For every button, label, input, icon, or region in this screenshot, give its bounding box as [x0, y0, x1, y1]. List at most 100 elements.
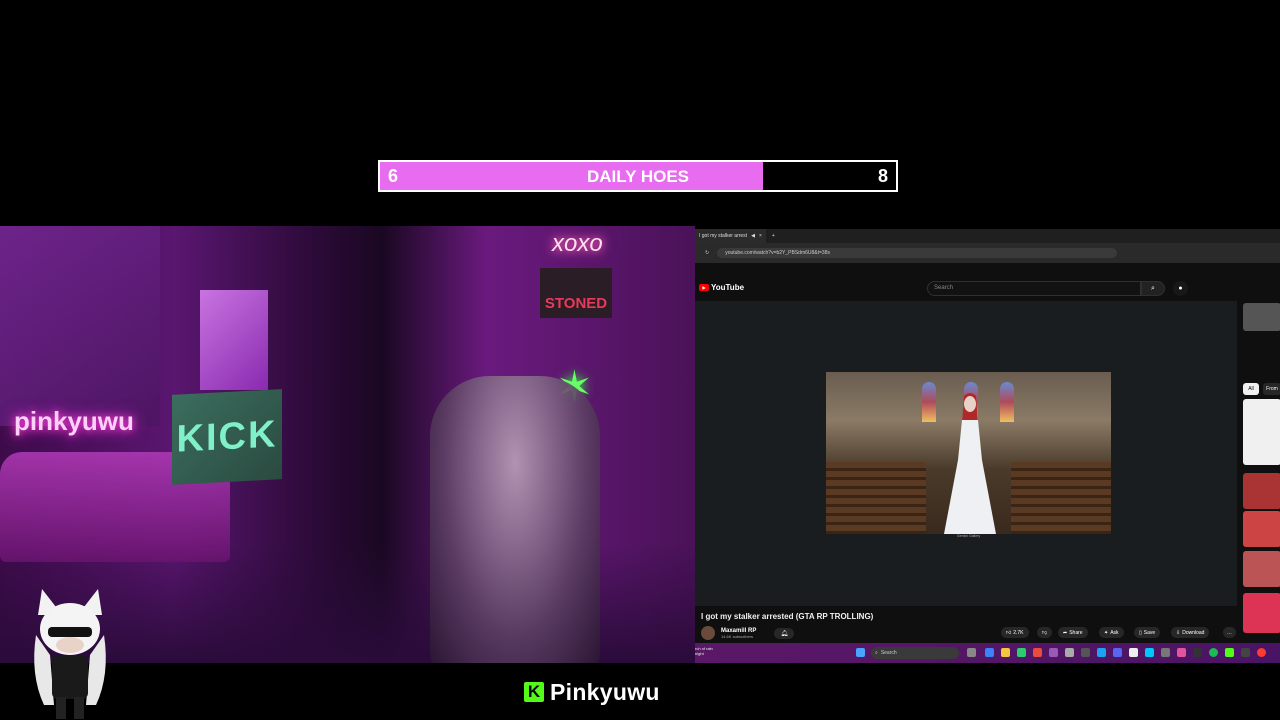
app-icon[interactable] [1257, 648, 1266, 657]
thumbs-down-icon: 👎︎ [1042, 629, 1048, 636]
save-label: Save [1143, 629, 1156, 636]
weather-subtext: night [695, 651, 704, 656]
search-icon: ⌕ [875, 650, 878, 656]
thumbs-up-icon: 👍︎ [1006, 629, 1012, 636]
ask-label: Ask [1110, 629, 1119, 636]
chip-all[interactable]: All [1243, 383, 1259, 395]
kick-logo-icon: K [524, 682, 544, 702]
streamer-name: Pinkyuwu [550, 678, 660, 705]
file-explorer-icon[interactable] [1001, 648, 1010, 657]
channel-brand: K Pinkyuwu [524, 678, 660, 706]
like-button[interactable]: 👍︎ 2.7K [1001, 627, 1029, 638]
channel-name[interactable]: Maxamill RP [721, 628, 756, 634]
daily-goal-bar: 6 DAILY HOES 8 [378, 160, 898, 192]
channel-row: Maxamill RP 14.6K subscribers 🔔︎ [701, 625, 1241, 641]
related-videos-rail: All From [1241, 303, 1280, 663]
spotify-icon[interactable] [1209, 648, 1218, 657]
related-thumbnail[interactable] [1243, 399, 1280, 465]
start-icon[interactable] [856, 648, 865, 657]
tab-audio-icon: ◀ [751, 233, 755, 239]
app-icon[interactable] [1177, 648, 1186, 657]
stained-window [1000, 382, 1014, 422]
youtube-logo[interactable]: ▶ YouTube [699, 283, 744, 292]
like-count: 2.7K [1013, 629, 1024, 636]
browser-tab[interactable]: I got my stalker arrest ◀ × [695, 229, 766, 243]
youtube-logo-text: YouTube [711, 283, 745, 292]
video-caption: Gemini Gallery [956, 534, 981, 538]
related-thumbnail[interactable] [1243, 593, 1280, 633]
wall-canvas [200, 290, 268, 390]
share-button[interactable]: ➦ Share [1058, 627, 1088, 638]
related-thumbnail[interactable] [1243, 551, 1280, 587]
kick-sign: KICK [172, 389, 282, 485]
microphone-icon[interactable]: ● [1173, 281, 1188, 296]
browser-tab-strip: I got my stalker arrest ◀ × + [695, 229, 1280, 243]
weather-widget[interactable]: rch of rain night [695, 646, 713, 656]
download-button[interactable]: ⇩ Download [1171, 627, 1210, 638]
youtube-play-icon: ▶ [699, 284, 709, 291]
download-label: Download [1182, 629, 1205, 636]
download-icon: ⇩ [1176, 629, 1181, 636]
share-icon: ➦ [1063, 629, 1068, 636]
taskbar-search[interactable]: ⌕ Search [871, 647, 959, 659]
stream-overlay: 6 DAILY HOES 8 KICK pinkyuwu xoxo STONED… [0, 0, 1280, 720]
stoned-sign: STONED [540, 268, 612, 318]
streamer-person [430, 376, 600, 663]
church-pews-right [1011, 462, 1111, 534]
app-icon[interactable] [1049, 648, 1058, 657]
app-icon[interactable] [985, 648, 994, 657]
stained-window [922, 382, 936, 422]
app-icon[interactable] [1193, 648, 1202, 657]
windows-taskbar: rch of rain night ⌕ Search [695, 643, 1280, 663]
taskbar-search-label: Search [880, 650, 897, 656]
goal-title: DAILY HOES [586, 167, 690, 186]
close-tab-icon[interactable]: × [759, 233, 762, 239]
video-player[interactable]: Gemini Gallery [695, 301, 1237, 606]
url-field[interactable]: youtube.com/watch?v=b2Y_PBSdm6U8&t=38s [717, 248, 1118, 258]
address-bar: ↻ youtube.com/watch?v=b2Y_PBSdm6U8&t=38s [695, 243, 1280, 263]
bookmark-icon: ▯ [1139, 629, 1142, 636]
goal-target-count: 8 [877, 166, 888, 186]
discord-icon[interactable] [1113, 648, 1122, 657]
app-icon[interactable] [1081, 648, 1090, 657]
browser-tab-title: I got my stalker arrest [699, 233, 748, 239]
reload-icon[interactable]: ↻ [705, 250, 709, 256]
task-view-icon[interactable] [967, 648, 976, 657]
new-tab-icon[interactable]: + [772, 233, 775, 239]
chrome-icon[interactable] [1033, 648, 1042, 657]
bride-figure [944, 393, 996, 534]
chip-from[interactable]: From [1263, 383, 1280, 395]
more-actions-button[interactable]: … [1223, 627, 1236, 638]
channel-info: Maxamill RP 14.6K subscribers [721, 628, 756, 639]
neon-pinkyuwu-sign: pinkyuwu [14, 406, 134, 436]
youtube-search-input[interactable]: Search [927, 281, 1141, 296]
save-button[interactable]: ▯ Save [1134, 627, 1161, 638]
sparkle-icon: ✦ [1104, 629, 1109, 636]
youtube-header: ▶ YouTube Search ⌕ ● [695, 277, 1280, 301]
app-icon[interactable] [1129, 648, 1138, 657]
screen-share: I got my stalker arrest ◀ × + ↻ youtube.… [695, 229, 1280, 663]
app-icon[interactable] [1065, 648, 1074, 657]
ask-button[interactable]: ✦ Ask [1099, 627, 1124, 638]
related-thumbnail[interactable] [1243, 303, 1280, 331]
dislike-button[interactable]: 👎︎ [1037, 627, 1053, 638]
wall-mural [0, 226, 160, 426]
app-icon[interactable] [1241, 648, 1250, 657]
neon-xoxo-sign: xoxo [552, 230, 603, 257]
video-frame[interactable] [826, 372, 1111, 534]
app-icon[interactable] [1017, 648, 1026, 657]
channel-avatar[interactable] [701, 626, 715, 640]
related-thumbnail[interactable] [1243, 473, 1280, 509]
share-label: Share [1069, 629, 1083, 636]
app-icon[interactable] [1225, 648, 1234, 657]
related-thumbnail[interactable] [1243, 511, 1280, 547]
app-icon[interactable] [1161, 648, 1170, 657]
app-icon[interactable] [1097, 648, 1106, 657]
search-icon[interactable]: ⌕ [1141, 281, 1165, 296]
video-title: I got my stalker arrested (GTA RP TROLLI… [701, 612, 874, 621]
channel-subscribers: 14.6K subscribers [721, 633, 754, 639]
avatar-sticker [34, 589, 106, 719]
church-pews-left [826, 462, 926, 534]
notification-bell-icon[interactable]: 🔔︎ [774, 627, 795, 639]
app-icon[interactable] [1145, 648, 1154, 657]
